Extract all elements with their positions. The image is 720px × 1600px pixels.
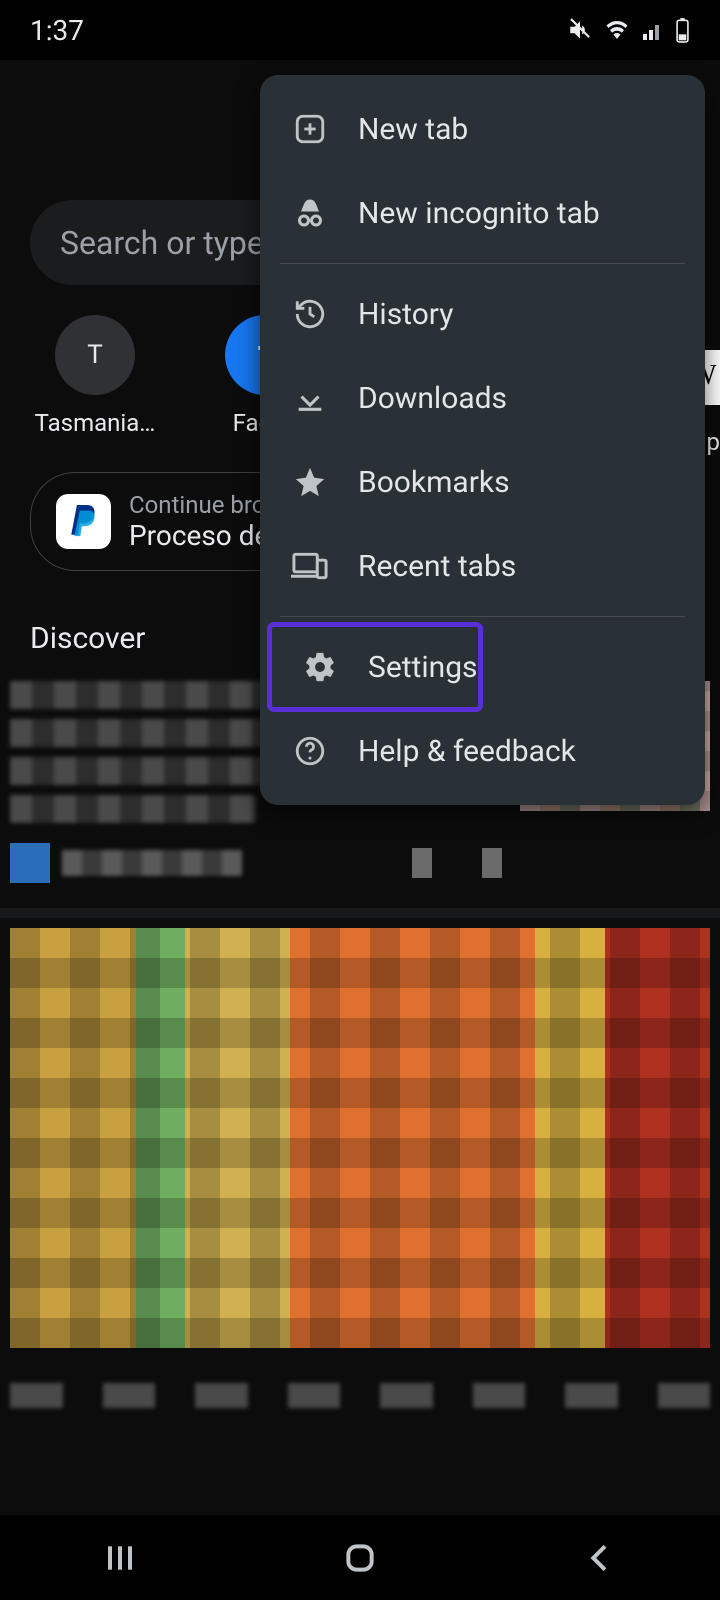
download-icon bbox=[290, 378, 330, 418]
menu-recent-tabs[interactable]: Recent tabs bbox=[260, 524, 705, 608]
shortcut-avatar: T bbox=[55, 315, 135, 395]
menu-label: History bbox=[358, 297, 453, 332]
plus-box-icon bbox=[290, 109, 330, 149]
overflow-menu: New tab New incognito tab History Downlo… bbox=[260, 75, 705, 805]
shortcut-label: Tasmania… bbox=[35, 409, 156, 437]
menu-settings[interactable]: Settings bbox=[270, 625, 480, 709]
card-separator bbox=[0, 908, 720, 918]
menu-history[interactable]: History bbox=[260, 272, 705, 356]
status-icons bbox=[567, 17, 690, 43]
menu-label: Help & feedback bbox=[358, 734, 576, 769]
back-button[interactable] bbox=[580, 1538, 620, 1578]
news-card-actions[interactable] bbox=[412, 848, 502, 878]
menu-new-incognito-tab[interactable]: New incognito tab bbox=[260, 171, 705, 255]
recents-button[interactable] bbox=[100, 1538, 140, 1578]
signal-icon bbox=[641, 18, 665, 42]
status-time: 1:37 bbox=[30, 14, 84, 47]
menu-divider bbox=[280, 263, 685, 264]
menu-label: New tab bbox=[358, 112, 468, 147]
wifi-icon bbox=[603, 18, 631, 42]
gear-icon bbox=[300, 647, 340, 687]
history-icon bbox=[290, 294, 330, 334]
menu-label: Recent tabs bbox=[358, 549, 516, 584]
paypal-icon bbox=[56, 494, 111, 549]
help-icon bbox=[290, 731, 330, 771]
menu-new-tab[interactable]: New tab bbox=[260, 87, 705, 171]
menu-divider bbox=[280, 616, 685, 617]
menu-label: New incognito tab bbox=[358, 196, 600, 231]
news-source-pixelated bbox=[62, 850, 242, 876]
news-card-2-meta-pixelated bbox=[10, 1383, 710, 1408]
navigation-bar bbox=[0, 1515, 720, 1600]
news-meta bbox=[10, 843, 502, 883]
back-icon bbox=[580, 1538, 620, 1578]
news-source-icon bbox=[10, 843, 50, 883]
status-bar: 1:37 bbox=[0, 0, 720, 60]
menu-label: Downloads bbox=[358, 381, 507, 416]
news-card-2-image-pixelated[interactable] bbox=[10, 928, 710, 1348]
menu-bookmarks[interactable]: Bookmarks bbox=[260, 440, 705, 524]
incognito-icon bbox=[290, 193, 330, 233]
home-button[interactable] bbox=[340, 1538, 380, 1578]
devices-icon bbox=[290, 546, 330, 586]
mute-icon bbox=[567, 17, 593, 43]
star-icon bbox=[290, 462, 330, 502]
home-icon bbox=[340, 1538, 380, 1578]
menu-label: Settings bbox=[368, 650, 478, 685]
recents-icon bbox=[100, 1538, 140, 1578]
battery-icon bbox=[675, 17, 690, 43]
menu-help-feedback[interactable]: Help & feedback bbox=[260, 709, 705, 793]
shortcut-tasmania[interactable]: T Tasmania… bbox=[30, 315, 160, 437]
menu-downloads[interactable]: Downloads bbox=[260, 356, 705, 440]
menu-label: Bookmarks bbox=[358, 465, 510, 500]
search-placeholder: Search or type bbox=[60, 224, 264, 262]
